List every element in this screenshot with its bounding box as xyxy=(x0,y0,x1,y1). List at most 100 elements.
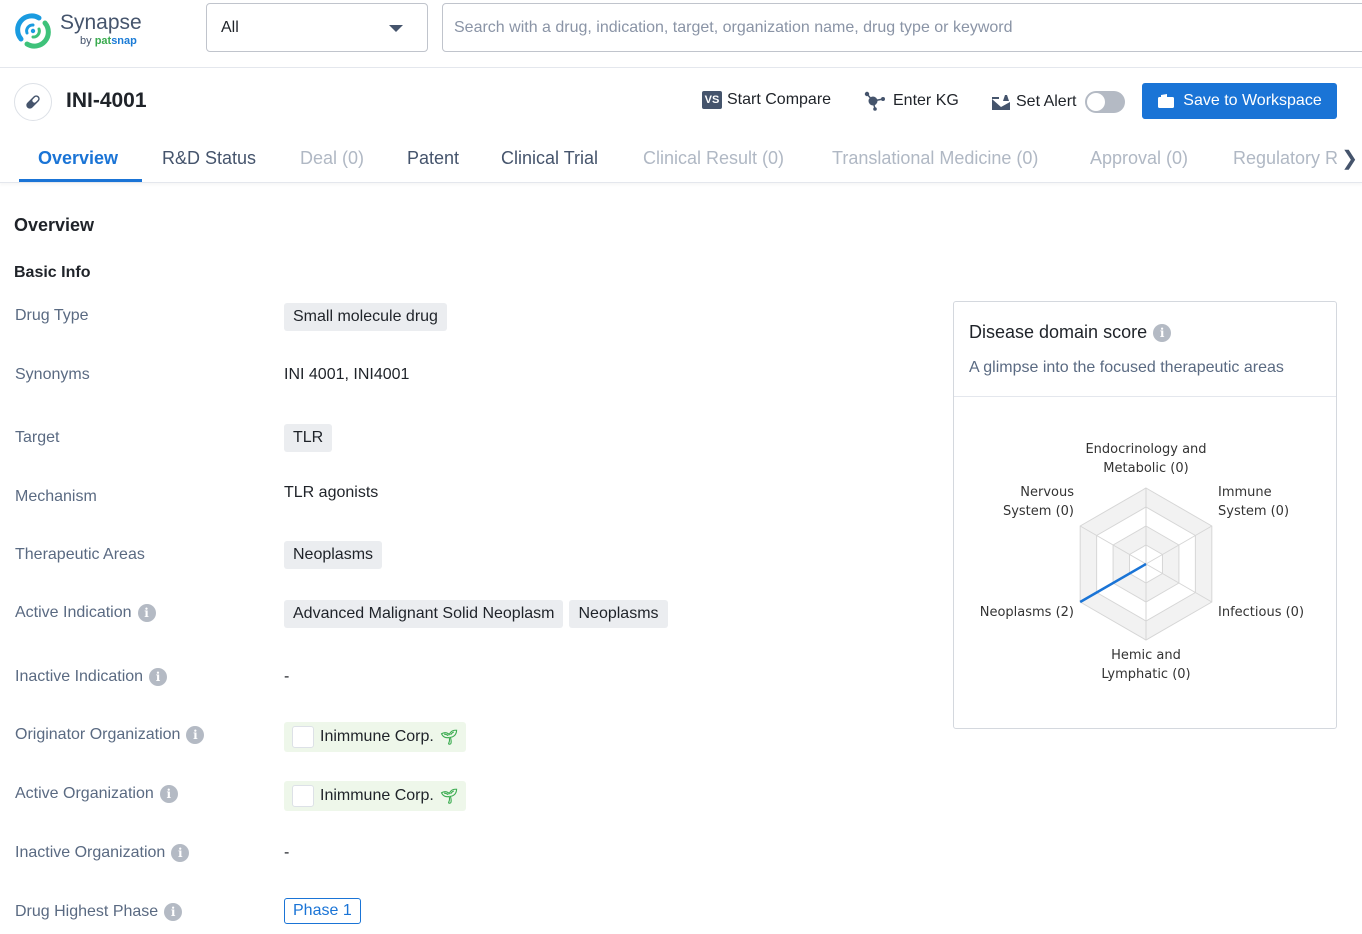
tab-clinical-result[interactable]: Clinical Result (0) xyxy=(643,148,784,169)
folder-icon xyxy=(1158,94,1175,108)
set-alert-label: Set Alert xyxy=(1016,93,1077,110)
radar-axis-label: Neoplasms (2) xyxy=(980,605,1074,620)
drug-highest-phase-label-text: Drug Highest Phase xyxy=(15,903,159,920)
search-scope-select[interactable]: All xyxy=(206,3,428,52)
indication-chip[interactable]: Advanced Malignant Solid Neoplasm xyxy=(284,600,564,628)
drug-type-value: Small molecule drug xyxy=(284,303,447,331)
mechanism-value: TLR agonists xyxy=(284,484,379,501)
search-input[interactable] xyxy=(442,3,1362,52)
enter-kg-label: Enter KG xyxy=(893,92,959,109)
mechanism-label: Mechanism xyxy=(15,488,97,506)
start-compare-label: Start Compare xyxy=(727,91,832,108)
disease-domain-score-card: Disease domain score i A glimpse into th… xyxy=(953,301,1337,729)
active-organization-label-text: Active Organization xyxy=(15,785,154,802)
knowledge-graph-icon xyxy=(864,91,885,111)
synapse-logo[interactable]: Synapse by patsnap xyxy=(13,11,183,51)
tab-overview[interactable]: Overview xyxy=(38,148,118,169)
radar-axis-label-line: Nervous xyxy=(1020,485,1074,500)
active-organization-value: Inimmune Corp. 🌱︎ xyxy=(284,781,466,811)
inactive-indication-label-text: Inactive Indication xyxy=(15,668,144,685)
drug-type-label-text: Drug Type xyxy=(15,307,89,324)
tab-translational-medicine[interactable]: Translational Medicine (0) xyxy=(832,148,1038,169)
radar-axis-label: Nervous System (0) xyxy=(1003,485,1074,519)
radar-axis-label-line: Hemic and xyxy=(1111,648,1181,663)
originator-organization-label-text: Originator Organization xyxy=(15,726,181,743)
info-icon[interactable]: i xyxy=(137,604,156,622)
brand-snap: snap xyxy=(111,35,137,47)
info-icon[interactable]: i xyxy=(1153,323,1172,342)
radar-axis-label-line: System (0) xyxy=(1003,504,1074,519)
tab-regulatory-review[interactable]: Regulatory R xyxy=(1233,148,1338,169)
drug-type-label: Drug Type xyxy=(15,307,89,325)
drug-type-chip[interactable]: Small molecule drug xyxy=(284,303,447,331)
target-chip[interactable]: TLR xyxy=(284,424,333,452)
sprout-icon: 🌱︎ xyxy=(439,787,458,804)
synonyms-label-text: Synonyms xyxy=(15,366,90,383)
section-title-basic-info: Basic Info xyxy=(14,264,91,281)
active-indication-value: Advanced Malignant Solid Neoplasm Neopla… xyxy=(284,600,668,628)
drug-highest-phase-label: Drug Highest Phase i xyxy=(15,903,183,921)
drug-header: INI-4001 VS Start Compare Enter KG Set A… xyxy=(0,69,1362,134)
radar-axis-label-line: Immune xyxy=(1218,485,1272,500)
save-to-workspace-label: Save to Workspace xyxy=(1183,92,1322,109)
active-indication-label: Active Indication i xyxy=(15,604,156,622)
synapse-logo-icon xyxy=(15,13,51,49)
tab-approval[interactable]: Approval (0) xyxy=(1090,148,1188,169)
set-alert-control: Set Alert xyxy=(991,91,1126,113)
target-label-text: Target xyxy=(15,429,60,446)
therapeutic-area-chip[interactable]: Neoplasms xyxy=(284,541,383,569)
originator-organization-label: Originator Organization i xyxy=(15,726,205,744)
inactive-organization-label: Inactive Organization i xyxy=(15,844,190,862)
enter-kg-button[interactable]: Enter KG xyxy=(864,91,959,111)
tab-patent[interactable]: Patent xyxy=(407,148,459,169)
section-title-overview: Overview xyxy=(14,215,95,235)
brand-by: by xyxy=(80,35,92,47)
info-icon[interactable]: i xyxy=(159,785,178,803)
save-to-workspace-button[interactable]: Save to Workspace xyxy=(1142,83,1337,119)
phase-badge[interactable]: Phase 1 xyxy=(284,898,361,924)
active-tab-indicator xyxy=(19,179,142,182)
organization-name: Inimmune Corp. xyxy=(320,787,434,804)
drug-highest-phase-value: Phase 1 xyxy=(284,898,361,924)
synonyms-value: INI 4001, INI4001 xyxy=(284,366,410,383)
brand-byline: by patsnap xyxy=(80,35,137,47)
radar-axis-label: Endocrinology and Metabolic (0) xyxy=(1085,442,1206,476)
tab-bar: Overview R&D Status Deal (0) Patent Clin… xyxy=(0,134,1362,183)
active-organization-label: Active Organization i xyxy=(15,785,178,803)
info-icon[interactable]: i xyxy=(171,844,190,862)
info-icon[interactable]: i xyxy=(186,726,205,744)
info-icon[interactable]: i xyxy=(164,903,183,921)
radar-axis-label: Infectious (0) xyxy=(1218,605,1304,620)
target-value: TLR xyxy=(284,424,333,452)
inactive-organization-label-text: Inactive Organization xyxy=(15,844,166,861)
brand-pat: pat xyxy=(94,35,112,47)
synonyms-label: Synonyms xyxy=(15,366,90,384)
set-alert-toggle[interactable] xyxy=(1085,91,1126,113)
radar-axis-label-line: System (0) xyxy=(1218,504,1289,519)
therapeutic-areas-label: Therapeutic Areas xyxy=(15,546,145,564)
organization-chip[interactable]: Inimmune Corp. 🌱︎ xyxy=(284,781,466,811)
drug-title: INI-4001 xyxy=(66,89,147,112)
radar-axis-label: Immune System (0) xyxy=(1218,485,1289,519)
organization-chip[interactable]: Inimmune Corp. 🌱︎ xyxy=(284,722,466,752)
radar-axis-label-line: Lymphatic (0) xyxy=(1101,667,1190,682)
inactive-indication-value: - xyxy=(284,668,290,685)
tab-rd-status[interactable]: R&D Status xyxy=(162,148,256,169)
mechanism-label-text: Mechanism xyxy=(15,488,97,505)
tab-clinical-trial[interactable]: Clinical Trial xyxy=(501,148,598,169)
active-indication-label-text: Active Indication xyxy=(15,604,132,621)
search-scope-value: All xyxy=(221,19,239,36)
tab-deal[interactable]: Deal (0) xyxy=(300,148,364,169)
score-card-title: Disease domain score i xyxy=(969,322,1172,343)
start-compare-button[interactable]: VS Start Compare xyxy=(702,91,831,109)
disease-domain-radar-chart: Endocrinology and Metabolic (0) Immune Syst… xyxy=(980,442,1304,682)
indication-chip[interactable]: Neoplasms xyxy=(569,600,668,628)
originator-organization-value: Inimmune Corp. 🌱︎ xyxy=(284,722,466,752)
info-icon[interactable]: i xyxy=(149,668,168,686)
sprout-icon: 🌱︎ xyxy=(439,728,458,745)
chevron-right-icon[interactable]: ❯ xyxy=(1339,146,1358,171)
organization-logo xyxy=(292,785,314,807)
radar-axis-label: Hemic and Lymphatic (0) xyxy=(1101,648,1190,682)
top-bar: Synapse by patsnap All xyxy=(0,0,1362,68)
organization-name: Inimmune Corp. xyxy=(320,728,434,745)
